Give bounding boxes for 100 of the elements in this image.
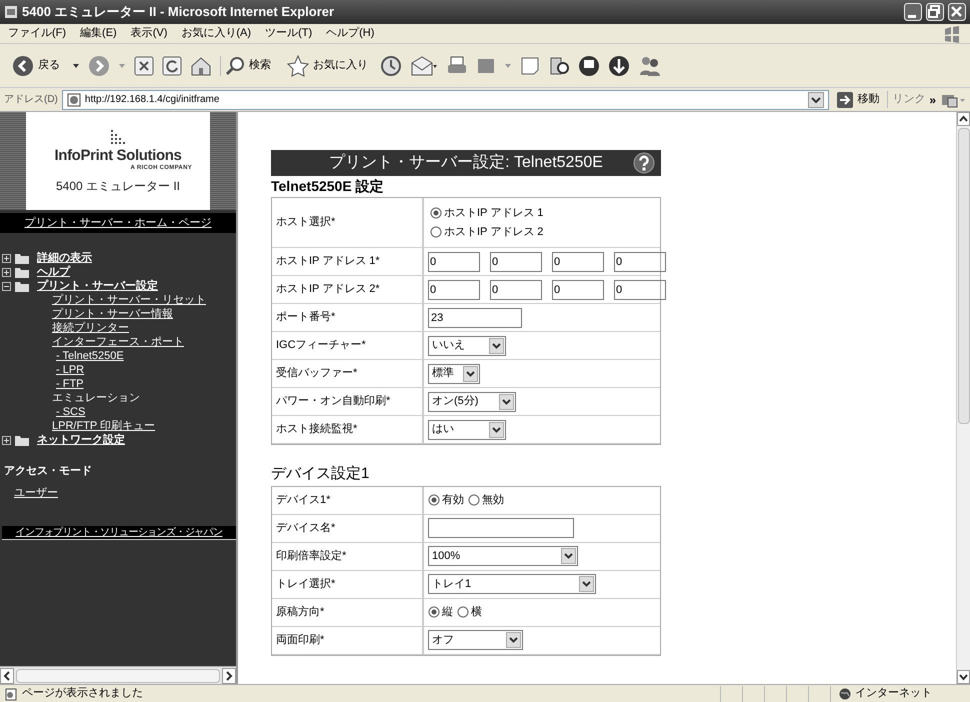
windows-logo-icon <box>942 24 962 42</box>
search-button[interactable]: 検索 <box>220 56 275 76</box>
tree-link[interactable]: インターフェース・ポート <box>52 336 184 348</box>
menu-item[interactable]: ファイル(F) <box>8 25 66 42</box>
ip-octet-field[interactable]: 0 <box>428 252 480 272</box>
tree-link[interactable]: プリント・サーバー情報 <box>52 308 173 320</box>
folder-icon <box>15 266 29 278</box>
caret-icon[interactable] <box>72 62 80 70</box>
scroll-right-icon[interactable] <box>222 668 236 684</box>
radio-button[interactable] <box>428 606 440 618</box>
restore-button[interactable] <box>926 3 944 21</box>
expand-icon[interactable] <box>2 268 11 276</box>
collapse-icon[interactable] <box>2 282 11 290</box>
stop-icon[interactable] <box>134 56 154 76</box>
tree-link[interactable]: 接続プリンター <box>52 322 129 334</box>
ip-octet-field[interactable]: 0 <box>552 280 604 300</box>
more-chevron[interactable]: » <box>929 90 936 108</box>
access-mode-link[interactable]: ユーザー <box>14 486 58 498</box>
footer-link[interactable]: インフォプリント・ソリューションズ・ジャパン <box>16 524 222 540</box>
field-label: ホストIP アドレス 1* <box>276 254 380 270</box>
scroll-left-icon[interactable] <box>0 668 14 684</box>
note-icon[interactable] <box>520 56 540 76</box>
tree-folder-link[interactable]: ヘルプ <box>37 266 70 278</box>
text-field[interactable]: 23 <box>428 308 522 328</box>
address-label: アドレス(D) <box>4 93 58 107</box>
ip-octet-field[interactable]: 0 <box>552 252 604 272</box>
dropdown[interactable]: はい <box>428 420 506 440</box>
field-label: ポート番号* <box>276 310 336 326</box>
field-label: デバイス1* <box>276 492 330 508</box>
mail-icon[interactable] <box>410 54 438 76</box>
url-text: http://192.168.1.4/cgi/initframe <box>84 93 220 107</box>
close-button[interactable] <box>948 3 966 21</box>
radio-option[interactable]: 縦 <box>428 604 453 620</box>
back-button[interactable]: 戻る <box>8 54 64 76</box>
messenger-icon[interactable] <box>578 54 600 76</box>
menu-item[interactable]: 表示(V) <box>130 25 168 42</box>
tree-link[interactable]: - LPR <box>56 364 84 376</box>
tree-link[interactable]: - FTP <box>56 378 84 390</box>
radio-button[interactable] <box>430 207 442 220</box>
horizontal-scrollbar[interactable] <box>0 666 236 684</box>
text-field[interactable] <box>428 518 574 538</box>
radio-option[interactable]: 有効 <box>428 492 464 508</box>
menu-item[interactable]: 編集(E) <box>80 25 117 42</box>
dropdown[interactable]: オフ <box>428 630 523 650</box>
menu-item[interactable]: ヘルプ(H) <box>326 25 374 42</box>
links-label[interactable]: リンク <box>887 91 926 108</box>
menu-item[interactable]: ツール(T) <box>265 25 312 42</box>
arrow-icon <box>837 92 854 108</box>
star-icon <box>287 54 309 76</box>
radio-button[interactable] <box>468 494 480 506</box>
favorites-button[interactable]: お気に入り <box>283 54 372 76</box>
people-icon[interactable] <box>638 54 662 76</box>
expand-icon[interactable] <box>2 436 11 444</box>
scroll-up-icon[interactable] <box>957 112 970 126</box>
radio-button[interactable] <box>430 226 442 238</box>
tree-folder-link[interactable]: ネットワーク設定 <box>37 434 125 446</box>
tree-folder-link[interactable]: 詳細の表示 <box>37 252 92 264</box>
ip-octet-field[interactable]: 0 <box>490 252 542 272</box>
expand-icon[interactable] <box>2 254 11 262</box>
help-icon[interactable] <box>633 152 655 174</box>
download-icon[interactable] <box>608 54 630 76</box>
go-button[interactable]: 移動 <box>833 91 884 108</box>
dropdown[interactable]: オン(5分) <box>428 392 516 412</box>
ip-octet-field[interactable]: 0 <box>614 280 666 300</box>
menu-item[interactable]: お気に入り(A) <box>181 25 252 42</box>
dropdown[interactable]: トレイ1 <box>428 574 596 594</box>
radio-option[interactable]: ホストIP アドレス 2 <box>430 224 654 240</box>
radio-option[interactable]: 無効 <box>468 492 504 508</box>
address-field[interactable]: http://192.168.1.4/cgi/initframe <box>62 90 830 110</box>
field-label: トレイ選択* <box>276 576 336 592</box>
globe-icon <box>839 688 851 700</box>
forward-icon[interactable] <box>88 54 110 76</box>
tree-folder-link[interactable]: プリント・サーバー設定 <box>37 280 158 292</box>
field-label: パワー・オン自動印刷* <box>276 394 390 410</box>
research-icon[interactable] <box>548 54 570 76</box>
home-link[interactable]: プリント・サーバー・ホーム・ページ <box>24 214 212 232</box>
tree-link[interactable]: LPR/FTP 印刷キュー <box>52 420 156 432</box>
refresh-icon[interactable] <box>162 56 182 76</box>
tree-link[interactable]: - Telnet5250E <box>56 350 124 362</box>
ip-octet-field[interactable]: 0 <box>614 252 666 272</box>
folder-icon <box>15 434 29 446</box>
radio-button[interactable] <box>457 606 469 618</box>
field-label: ホストIP アドレス 2* <box>276 282 380 298</box>
radio-option[interactable]: 横 <box>457 604 482 620</box>
radio-option[interactable]: ホストIP アドレス 1 <box>430 205 654 222</box>
field-label: 受信バッファー* <box>276 366 358 382</box>
dropdown[interactable]: 標準 <box>428 364 480 384</box>
home-icon[interactable] <box>190 56 212 76</box>
tree-link[interactable]: プリント・サーバー・リセット <box>52 294 206 306</box>
ip-octet-field[interactable]: 0 <box>428 280 480 300</box>
scroll-down-icon[interactable] <box>957 670 970 684</box>
tree-link[interactable]: - SCS <box>56 406 86 418</box>
history-icon[interactable] <box>380 54 402 76</box>
ip-octet-field[interactable]: 0 <box>490 280 542 300</box>
minimize-button[interactable] <box>904 3 922 21</box>
dropdown[interactable]: いいえ <box>428 336 506 356</box>
vertical-scrollbar[interactable] <box>956 112 970 684</box>
radio-button[interactable] <box>428 494 440 506</box>
field-label: ホスト選択* <box>276 215 336 230</box>
dropdown[interactable]: 100% <box>428 546 578 566</box>
